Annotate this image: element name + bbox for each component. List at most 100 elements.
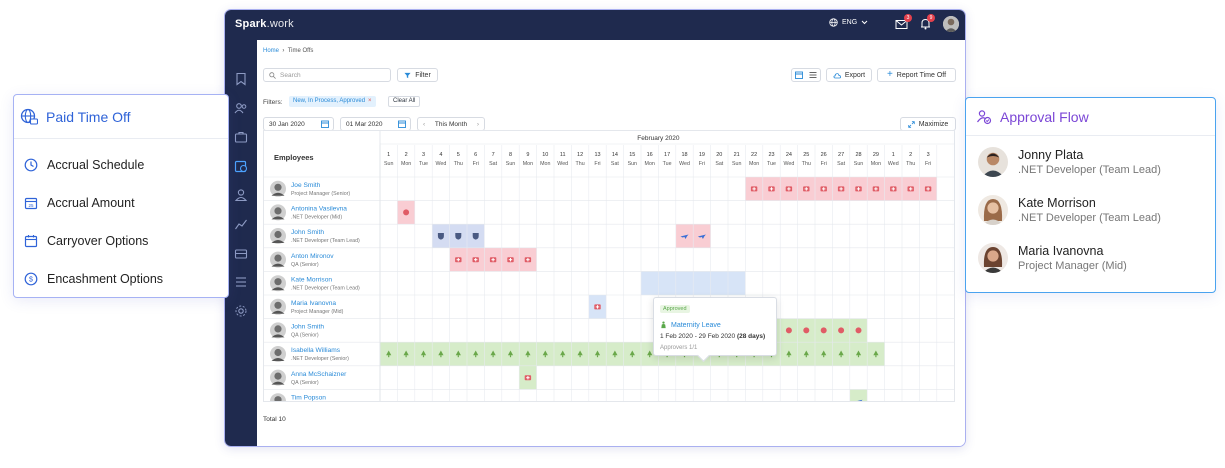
encashment-options-item[interactable]: $ Encashment Options — [14, 260, 228, 298]
leave-bar[interactable] — [849, 389, 868, 402]
approvers-count: Approvers 1/1 — [660, 345, 698, 351]
day-number: 9 — [526, 152, 529, 158]
list-icon[interactable] — [234, 275, 248, 289]
medkit-cross-icon — [474, 259, 478, 261]
medkit-cross-icon — [926, 188, 930, 190]
bookmark-icon[interactable] — [234, 72, 248, 86]
employee-role: QA (Senior) — [291, 380, 319, 386]
filter-chip[interactable]: New, In Process, Approved × — [289, 96, 376, 107]
view-toggle[interactable] — [791, 68, 821, 82]
day-name: Sat — [611, 161, 619, 167]
profile-icon[interactable] — [234, 188, 248, 202]
calendar-grid: February 2020 Employees 1 Sun 2 Mon 3 Tue 4 Wed 5 T… — [264, 131, 954, 402]
mail-button[interactable]: 3 — [895, 14, 912, 35]
chart-icon[interactable] — [234, 217, 248, 231]
day-name: Fri — [925, 161, 931, 167]
filter-button[interactable]: Filter — [397, 68, 438, 82]
maternity-icon-stem — [823, 355, 825, 358]
export-button[interactable]: Export — [826, 68, 872, 82]
date-to-input[interactable]: 01 Mar 2020 — [340, 117, 411, 131]
user-avatar[interactable] — [943, 16, 959, 32]
mail-badge: 3 — [904, 14, 912, 22]
employee-name[interactable]: Anton Mironov — [291, 253, 334, 260]
approval-users-icon — [977, 109, 992, 124]
period-label: This Month — [434, 120, 468, 128]
calendar-icon — [398, 120, 406, 128]
chevron-down-icon — [861, 20, 868, 25]
virus-icon — [803, 327, 810, 334]
avatar-head — [274, 325, 282, 333]
employee-name[interactable]: John Smith — [291, 324, 324, 331]
leave-days: (28 days) — [736, 333, 766, 340]
maternity-icon-stem — [805, 355, 807, 358]
prev-period-icon[interactable]: ‹ — [423, 121, 425, 128]
main-content: Home › Time Offs Search Filter Export + … — [257, 40, 965, 446]
settings-icon[interactable] — [234, 304, 248, 318]
employee-name[interactable]: Joe Smith — [291, 182, 321, 189]
carryover-options-item[interactable]: Carryover Options — [14, 222, 228, 260]
employee-name[interactable]: John Smith — [291, 229, 324, 236]
accrual-amount-item[interactable]: 25 Accrual Amount — [14, 184, 228, 222]
maternity-icon-stem — [562, 355, 564, 358]
maximize-button[interactable]: Maximize — [900, 117, 956, 131]
pto-item-label: Accrual Amount — [47, 196, 135, 210]
report-time-off-button[interactable]: + Report Time Off — [877, 68, 956, 82]
employee-name[interactable]: Kate Morrison — [291, 276, 332, 283]
day-name: Mon — [871, 161, 881, 167]
avatar-head — [274, 372, 282, 380]
leave-title[interactable]: Maternity Leave — [660, 321, 721, 329]
clock-icon — [24, 158, 38, 172]
maternity-icon-stem — [509, 355, 512, 358]
medkit-cross-icon — [787, 188, 791, 190]
maternity-icon-stem — [614, 355, 616, 358]
period-selector[interactable]: ‹ This Month › — [417, 117, 485, 131]
list-view-icon[interactable] — [809, 71, 817, 79]
approver-item[interactable]: Maria Ivanovna Project Manager (Mid) — [966, 234, 1215, 282]
notifications-button[interactable]: 9 — [920, 14, 935, 35]
employee-name[interactable]: Maria Ivanovna — [291, 300, 336, 307]
filter-icon — [404, 72, 411, 78]
date-from-input[interactable]: 30 Jan 2020 — [263, 117, 334, 131]
maternity-icon-stem — [579, 355, 581, 358]
avatar-head — [274, 254, 282, 262]
day-name: Mon — [540, 161, 550, 167]
employee-name[interactable]: Isabella Williams — [291, 347, 341, 354]
day-name: Thu — [454, 161, 463, 167]
employee-role: .NET Developer (Team Lead) — [291, 285, 360, 291]
maternity-icon-stem — [492, 355, 494, 358]
day-number: 8 — [509, 152, 512, 158]
employee-name[interactable]: Tim Popson — [291, 394, 326, 401]
breadcrumb-home[interactable]: Home — [263, 48, 279, 54]
day-number: 20 — [716, 152, 722, 158]
medkit-cross-icon — [909, 188, 913, 190]
pto-item-label: Carryover Options — [47, 234, 149, 248]
calendar-icon — [24, 235, 38, 248]
app-logo[interactable]: Spark.work — [235, 18, 294, 30]
medkit-cross-icon — [752, 188, 756, 190]
portfolio-icon[interactable] — [234, 246, 248, 260]
employee-name[interactable]: Anna McSchaizner — [291, 371, 347, 378]
team-icon[interactable] — [234, 101, 248, 115]
calendar-view-icon[interactable] — [795, 71, 803, 79]
approver-item[interactable]: Kate Morrison .NET Developer (Team Lead) — [966, 186, 1215, 234]
clear-all-button[interactable]: Clear All — [388, 96, 421, 107]
briefcase-icon[interactable] — [234, 130, 248, 144]
maternity-icon-stem — [475, 355, 477, 358]
accrual-schedule-item[interactable]: Accrual Schedule — [14, 146, 228, 184]
maternity-icon-stem — [457, 355, 459, 358]
medkit-cross-icon — [456, 259, 460, 261]
language-selector[interactable]: ENG — [829, 18, 868, 27]
search-input[interactable]: Search — [263, 68, 391, 82]
employee-name[interactable]: Antonina Vasilevna — [291, 206, 347, 213]
breadcrumb: Home › Time Offs — [263, 48, 314, 54]
time-off-icon[interactable] — [234, 159, 248, 173]
employee-role: Project Manager (Senior) — [291, 191, 350, 197]
plus-icon: + — [886, 69, 893, 80]
approver-item[interactable]: Jonny Plata .NET Developer (Team Lead) — [966, 138, 1215, 186]
avatar — [978, 195, 1008, 225]
avatar-head — [274, 348, 282, 357]
close-icon[interactable]: × — [368, 98, 372, 104]
next-period-icon[interactable]: › — [477, 121, 479, 128]
date-from-value: 30 Jan 2020 — [269, 120, 305, 128]
day-number: 3 — [422, 152, 425, 158]
